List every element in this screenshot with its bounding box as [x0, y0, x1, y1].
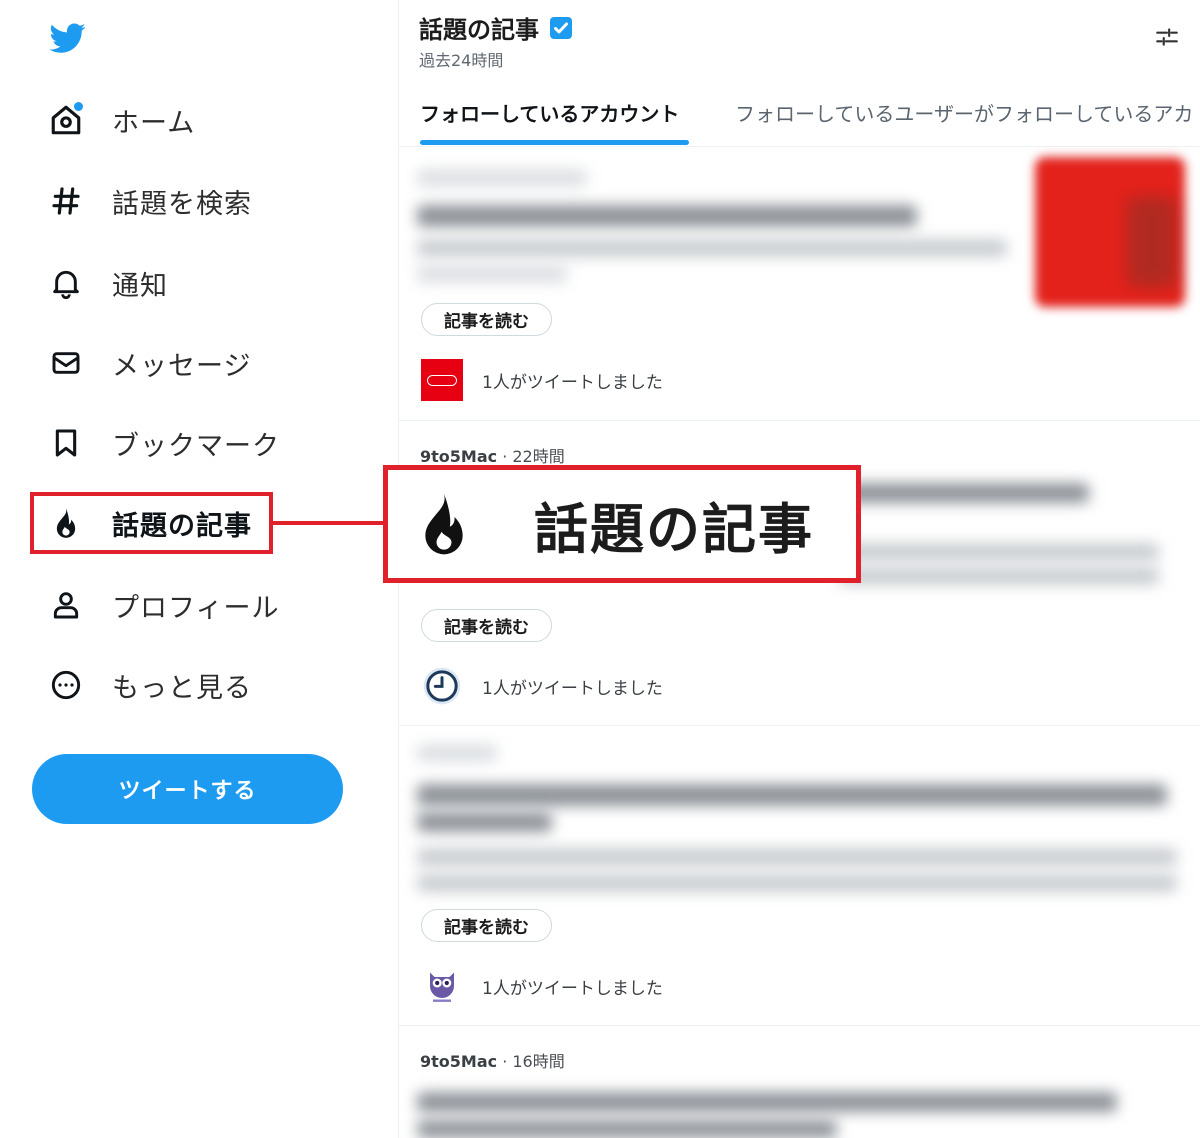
nav-item-notifications[interactable]: 通知 — [46, 259, 168, 307]
owl-icon — [421, 965, 463, 1007]
clock-icon — [421, 665, 463, 707]
callout-label: 話題の記事 — [534, 497, 814, 561]
article-card[interactable]: 9to5Mac · 16時間 — [399, 1026, 1200, 1138]
page-title: 話題の記事 — [419, 10, 573, 45]
callout-box: 話題の記事 — [383, 465, 861, 583]
nintendo-logo — [421, 359, 463, 401]
tweeted-by: 1人がツイートしました — [421, 665, 663, 707]
twitter-bird-icon[interactable] — [48, 20, 88, 56]
nav-item-bookmarks[interactable]: ブックマーク — [46, 419, 280, 467]
bookmark-icon — [46, 423, 86, 463]
nav-item-explore[interactable]: 話題を検索 — [46, 177, 252, 225]
read-article-button[interactable]: 記事を読む — [421, 909, 552, 942]
tweeted-by: 1人がツイートしました — [421, 359, 663, 401]
nav-label-explore: 話題を検索 — [112, 188, 252, 220]
article-card[interactable]: 記事を読む 1人がツイートしました — [399, 726, 1200, 1026]
nav-item-messages[interactable]: メッセージ — [46, 339, 251, 387]
nav-item-profile[interactable]: プロフィール — [46, 581, 279, 629]
tab-following[interactable]: フォローしているアカウント — [420, 98, 679, 127]
tweeted-by: 1人がツイートしました — [421, 965, 663, 1007]
tweeted-count: 1人がツイートしました — [482, 678, 663, 699]
tab-following-of-following[interactable]: フォローしているユーザーがフォローしているアカ — [735, 98, 1193, 127]
nav-label-notifications: 通知 — [112, 270, 168, 302]
source-name: 9to5Mac — [420, 447, 498, 466]
article-card[interactable]: 記事を読む 1人がツイートしました — [399, 147, 1200, 421]
nav-label-more: もっと見る — [112, 672, 252, 704]
source-time: · 16時間 — [502, 1052, 565, 1071]
nav-item-home[interactable]: ホーム — [46, 96, 195, 144]
page-title-text: 話題の記事 — [419, 16, 539, 44]
read-article-button[interactable]: 記事を読む — [421, 303, 552, 336]
notification-dot — [74, 102, 83, 111]
envelope-icon — [46, 343, 86, 383]
bell-icon — [46, 263, 86, 303]
more-circle-icon — [46, 665, 86, 705]
tweet-button[interactable]: ツイートする — [32, 754, 343, 824]
sliders-icon[interactable] — [1154, 24, 1180, 50]
verified-badge-icon — [550, 16, 572, 39]
nav-label-profile: プロフィール — [112, 592, 280, 624]
home-icon — [46, 100, 86, 140]
person-icon — [46, 585, 86, 625]
nav-label-bookmarks: ブックマーク — [112, 430, 280, 462]
read-article-button[interactable]: 記事を読む — [421, 609, 552, 642]
source-name: 9to5Mac — [420, 1052, 498, 1071]
article-source: 9to5Mac · 22時間 — [420, 443, 565, 467]
flame-icon — [425, 493, 463, 555]
nav-label-messages: メッセージ — [112, 350, 252, 382]
source-time: · 22時間 — [502, 447, 565, 466]
highlight-box — [30, 492, 273, 554]
callout-connector — [273, 521, 385, 525]
nav-label-home: ホーム — [112, 107, 196, 139]
page-subtitle: 過去24時間 — [419, 51, 504, 70]
nav-item-more[interactable]: もっと見る — [46, 661, 252, 709]
tweeted-count: 1人がツイートしました — [482, 978, 663, 999]
sidebar: ホーム 話題を検索 通知 メッセージ ブックマーク 話題の記事 プロフィール も… — [0, 0, 398, 1138]
hashtag-icon — [46, 181, 86, 221]
article-source: 9to5Mac · 16時間 — [420, 1048, 565, 1072]
article-thumbnail — [1035, 157, 1185, 307]
tab-active-indicator — [420, 140, 689, 145]
tweeted-count: 1人がツイートしました — [482, 372, 663, 393]
